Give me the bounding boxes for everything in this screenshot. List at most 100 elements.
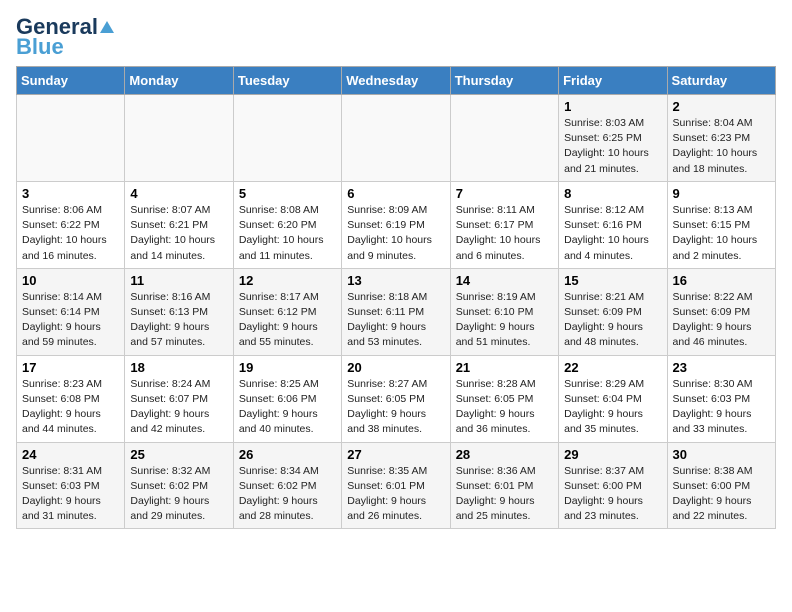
calendar-cell: 4 Sunrise: 8:07 AM Sunset: 6:21 PM Daylig… [125, 181, 233, 268]
day-number: 22 [564, 360, 661, 375]
day-number: 20 [347, 360, 444, 375]
calendar-cell [125, 95, 233, 182]
day-info: Sunrise: 8:07 AM Sunset: 6:21 PM Dayligh… [130, 203, 227, 264]
calendar-cell: 30 Sunrise: 8:38 AM Sunset: 6:00 PM Dayli… [667, 442, 775, 529]
day-info: Sunrise: 8:29 AM Sunset: 6:04 PM Dayligh… [564, 377, 661, 438]
calendar-header-row: SundayMondayTuesdayWednesdayThursdayFrid… [17, 67, 776, 95]
calendar-cell: 8 Sunrise: 8:12 AM Sunset: 6:16 PM Daylig… [559, 181, 667, 268]
calendar-cell: 29 Sunrise: 8:37 AM Sunset: 6:00 PM Dayli… [559, 442, 667, 529]
day-number: 30 [673, 447, 770, 462]
calendar-cell: 6 Sunrise: 8:09 AM Sunset: 6:19 PM Daylig… [342, 181, 450, 268]
day-info: Sunrise: 8:18 AM Sunset: 6:11 PM Dayligh… [347, 290, 444, 351]
day-info: Sunrise: 8:06 AM Sunset: 6:22 PM Dayligh… [22, 203, 119, 264]
day-number: 14 [456, 273, 553, 288]
day-number: 1 [564, 99, 661, 114]
day-number: 27 [347, 447, 444, 462]
day-info: Sunrise: 8:12 AM Sunset: 6:16 PM Dayligh… [564, 203, 661, 264]
calendar-cell [342, 95, 450, 182]
day-info: Sunrise: 8:32 AM Sunset: 6:02 PM Dayligh… [130, 464, 227, 525]
logo-triangle-icon [100, 21, 114, 33]
weekday-header-saturday: Saturday [667, 67, 775, 95]
calendar-cell: 14 Sunrise: 8:19 AM Sunset: 6:10 PM Dayli… [450, 268, 558, 355]
calendar-cell: 17Sunrise: 8:23 AM Sunset: 6:08 PM Dayli… [17, 355, 125, 442]
calendar-cell: 12 Sunrise: 8:17 AM Sunset: 6:12 PM Dayli… [233, 268, 341, 355]
day-info: Sunrise: 8:09 AM Sunset: 6:19 PM Dayligh… [347, 203, 444, 264]
calendar-cell: 25 Sunrise: 8:32 AM Sunset: 6:02 PM Dayli… [125, 442, 233, 529]
day-info: Sunrise: 8:04 AM Sunset: 6:23 PM Dayligh… [673, 116, 770, 177]
calendar-cell: 1 Sunrise: 8:03 AM Sunset: 6:25 PM Daylig… [559, 95, 667, 182]
calendar-week-3: 10Sunrise: 8:14 AM Sunset: 6:14 PM Dayli… [17, 268, 776, 355]
logo: General Blue [16, 16, 114, 58]
day-number: 4 [130, 186, 227, 201]
calendar-cell: 16 Sunrise: 8:22 AM Sunset: 6:09 PM Dayli… [667, 268, 775, 355]
day-number: 11 [130, 273, 227, 288]
day-info: Sunrise: 8:13 AM Sunset: 6:15 PM Dayligh… [673, 203, 770, 264]
day-info: Sunrise: 8:16 AM Sunset: 6:13 PM Dayligh… [130, 290, 227, 351]
day-number: 12 [239, 273, 336, 288]
weekday-header-tuesday: Tuesday [233, 67, 341, 95]
day-number: 24 [22, 447, 119, 462]
calendar-week-5: 24Sunrise: 8:31 AM Sunset: 6:03 PM Dayli… [17, 442, 776, 529]
calendar-cell: 20 Sunrise: 8:27 AM Sunset: 6:05 PM Dayli… [342, 355, 450, 442]
day-number: 18 [130, 360, 227, 375]
day-number: 3 [22, 186, 119, 201]
day-info: Sunrise: 8:37 AM Sunset: 6:00 PM Dayligh… [564, 464, 661, 525]
weekday-header-friday: Friday [559, 67, 667, 95]
weekday-header-monday: Monday [125, 67, 233, 95]
calendar-body: 1 Sunrise: 8:03 AM Sunset: 6:25 PM Daylig… [17, 95, 776, 529]
calendar-cell: 13 Sunrise: 8:18 AM Sunset: 6:11 PM Dayli… [342, 268, 450, 355]
logo-text-blue: Blue [16, 36, 64, 58]
day-info: Sunrise: 8:27 AM Sunset: 6:05 PM Dayligh… [347, 377, 444, 438]
calendar-cell: 21 Sunrise: 8:28 AM Sunset: 6:05 PM Dayli… [450, 355, 558, 442]
day-info: Sunrise: 8:35 AM Sunset: 6:01 PM Dayligh… [347, 464, 444, 525]
weekday-header-thursday: Thursday [450, 67, 558, 95]
calendar-cell [450, 95, 558, 182]
day-info: Sunrise: 8:03 AM Sunset: 6:25 PM Dayligh… [564, 116, 661, 177]
day-number: 15 [564, 273, 661, 288]
calendar-cell: 23Sunrise: 8:30 AM Sunset: 6:03 PM Dayli… [667, 355, 775, 442]
calendar-cell [17, 95, 125, 182]
calendar-cell: 24Sunrise: 8:31 AM Sunset: 6:03 PM Dayli… [17, 442, 125, 529]
day-info: Sunrise: 8:38 AM Sunset: 6:00 PM Dayligh… [673, 464, 770, 525]
calendar-week-2: 3 Sunrise: 8:06 AM Sunset: 6:22 PM Daylig… [17, 181, 776, 268]
calendar-cell: 7 Sunrise: 8:11 AM Sunset: 6:17 PM Daylig… [450, 181, 558, 268]
day-number: 9 [673, 186, 770, 201]
day-info: Sunrise: 8:34 AM Sunset: 6:02 PM Dayligh… [239, 464, 336, 525]
calendar-cell: 26Sunrise: 8:34 AM Sunset: 6:02 PM Dayli… [233, 442, 341, 529]
day-info: Sunrise: 8:21 AM Sunset: 6:09 PM Dayligh… [564, 290, 661, 351]
weekday-header-wednesday: Wednesday [342, 67, 450, 95]
day-info: Sunrise: 8:14 AM Sunset: 6:14 PM Dayligh… [22, 290, 119, 351]
calendar-table: SundayMondayTuesdayWednesdayThursdayFrid… [16, 66, 776, 529]
day-info: Sunrise: 8:25 AM Sunset: 6:06 PM Dayligh… [239, 377, 336, 438]
day-number: 29 [564, 447, 661, 462]
calendar-cell: 19Sunrise: 8:25 AM Sunset: 6:06 PM Dayli… [233, 355, 341, 442]
day-number: 25 [130, 447, 227, 462]
calendar-cell: 5Sunrise: 8:08 AM Sunset: 6:20 PM Daylig… [233, 181, 341, 268]
day-info: Sunrise: 8:11 AM Sunset: 6:17 PM Dayligh… [456, 203, 553, 264]
calendar-cell: 27 Sunrise: 8:35 AM Sunset: 6:01 PM Dayli… [342, 442, 450, 529]
day-number: 7 [456, 186, 553, 201]
calendar-cell: 22 Sunrise: 8:29 AM Sunset: 6:04 PM Dayli… [559, 355, 667, 442]
calendar-cell: 9 Sunrise: 8:13 AM Sunset: 6:15 PM Daylig… [667, 181, 775, 268]
calendar-cell: 15 Sunrise: 8:21 AM Sunset: 6:09 PM Dayli… [559, 268, 667, 355]
day-number: 8 [564, 186, 661, 201]
calendar-cell: 28Sunrise: 8:36 AM Sunset: 6:01 PM Dayli… [450, 442, 558, 529]
day-number: 28 [456, 447, 553, 462]
calendar-cell: 2Sunrise: 8:04 AM Sunset: 6:23 PM Daylig… [667, 95, 775, 182]
calendar-cell [233, 95, 341, 182]
calendar-week-4: 17Sunrise: 8:23 AM Sunset: 6:08 PM Dayli… [17, 355, 776, 442]
day-info: Sunrise: 8:22 AM Sunset: 6:09 PM Dayligh… [673, 290, 770, 351]
calendar-cell: 18 Sunrise: 8:24 AM Sunset: 6:07 PM Dayli… [125, 355, 233, 442]
day-number: 16 [673, 273, 770, 288]
calendar-cell: 11 Sunrise: 8:16 AM Sunset: 6:13 PM Dayli… [125, 268, 233, 355]
day-number: 5 [239, 186, 336, 201]
day-info: Sunrise: 8:17 AM Sunset: 6:12 PM Dayligh… [239, 290, 336, 351]
day-number: 6 [347, 186, 444, 201]
day-info: Sunrise: 8:28 AM Sunset: 6:05 PM Dayligh… [456, 377, 553, 438]
day-number: 21 [456, 360, 553, 375]
day-number: 13 [347, 273, 444, 288]
day-info: Sunrise: 8:24 AM Sunset: 6:07 PM Dayligh… [130, 377, 227, 438]
day-info: Sunrise: 8:19 AM Sunset: 6:10 PM Dayligh… [456, 290, 553, 351]
weekday-header-sunday: Sunday [17, 67, 125, 95]
day-info: Sunrise: 8:30 AM Sunset: 6:03 PM Dayligh… [673, 377, 770, 438]
